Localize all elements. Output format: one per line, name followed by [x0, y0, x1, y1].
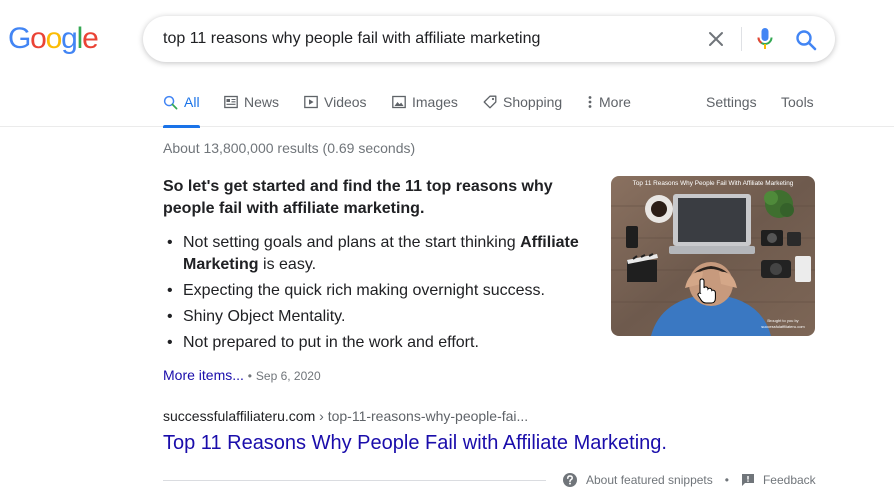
help-icon: [563, 473, 577, 487]
video-icon: [304, 95, 318, 109]
tab-label: News: [244, 94, 280, 110]
tab-label: Videos: [324, 94, 367, 110]
footer-divider: [163, 480, 546, 481]
tab-all[interactable]: All: [163, 94, 200, 128]
more-vert-icon: [588, 96, 592, 108]
tab-more[interactable]: More: [587, 94, 631, 124]
snippet-footer: About featured snippets • Feedback: [562, 472, 816, 488]
microphone-icon[interactable]: [755, 27, 775, 51]
list-item-text: Shiny Object Mentality.: [183, 308, 346, 325]
list-item: Not setting goals and plans at the start…: [163, 232, 593, 276]
feedback-label: Feedback: [762, 473, 816, 487]
result-title-link[interactable]: Top 11 Reasons Why People Fail with Affi…: [163, 430, 667, 456]
tab-label: All: [184, 94, 200, 110]
thumbnail-caption: Top 11 Reasons Why People Fail With Affi…: [633, 180, 794, 187]
tools-label: Tools: [781, 94, 814, 110]
search-box-divider: [741, 27, 742, 51]
list-item-text: Expecting the quick rich making overnigh…: [183, 282, 545, 299]
image-icon: [392, 95, 406, 109]
footer-separator: •: [724, 473, 729, 487]
logo-letter: G: [8, 22, 31, 55]
settings-label: Settings: [706, 94, 757, 110]
search-input[interactable]: [163, 29, 693, 49]
logo-letter: o: [30, 22, 47, 55]
more-items-row: More items... • Sep 6, 2020: [163, 367, 321, 383]
thumbnail-credit: successfulaffiliateru.com: [761, 324, 805, 329]
search-icon: [163, 95, 178, 110]
tab-label: Shopping: [503, 94, 563, 110]
logo-letter: g: [61, 22, 78, 55]
thumbnail-credit: Brought to you by: [767, 318, 798, 323]
more-items-link[interactable]: More items...: [163, 367, 244, 383]
search-box: [143, 16, 835, 62]
tab-shopping[interactable]: Shopping: [483, 94, 562, 124]
snippet-date: Sep 6, 2020: [255, 369, 321, 383]
tab-news[interactable]: News: [224, 94, 279, 124]
tab-label: Images: [412, 94, 458, 110]
tools-link[interactable]: Tools: [781, 94, 814, 124]
close-icon[interactable]: [706, 29, 726, 49]
result-domain: successfulaffiliateru.com: [163, 408, 316, 424]
snippet-thumbnail[interactable]: Top 11 Reasons Why People Fail With Affi…: [611, 176, 815, 336]
google-logo[interactable]: Google: [8, 19, 99, 59]
tab-images[interactable]: Images: [392, 94, 458, 124]
search-tabs: All News Videos Images Shopping More Set…: [0, 90, 894, 128]
result-url: successfulaffiliateru.com › top-11-reaso…: [163, 408, 528, 424]
list-item: Not prepared to put in the work and effo…: [163, 332, 593, 354]
snippet-heading: So let's get started and find the 11 top…: [163, 178, 553, 217]
tab-videos[interactable]: Videos: [304, 94, 367, 124]
result-stats: About 13,800,000 results (0.69 seconds): [163, 140, 416, 156]
feedback-link[interactable]: Feedback: [741, 473, 816, 487]
list-item-text: Not setting goals and plans at the start…: [183, 234, 521, 251]
search-icon[interactable]: [795, 29, 817, 51]
list-item: Expecting the quick rich making overnigh…: [163, 280, 593, 302]
tab-label: More: [599, 94, 631, 110]
feedback-icon: [741, 474, 754, 486]
about-featured-snippets-label: About featured snippets: [586, 473, 713, 487]
logo-letter: o: [45, 22, 63, 55]
about-featured-snippets-link[interactable]: About featured snippets: [562, 472, 713, 488]
tag-icon: [483, 95, 497, 109]
list-item-text: Not prepared to put in the work and effo…: [183, 334, 479, 351]
separator-dot: •: [247, 369, 252, 383]
result-breadcrumb: › top-11-reasons-why-people-fai...: [315, 408, 529, 424]
news-icon: [224, 95, 238, 109]
logo-letter: e: [82, 22, 99, 55]
settings-link[interactable]: Settings: [706, 94, 757, 124]
list-item-text: is easy.: [258, 256, 317, 273]
snippet-list: Not setting goals and plans at the start…: [163, 232, 593, 358]
list-item: Shiny Object Mentality.: [163, 306, 593, 328]
